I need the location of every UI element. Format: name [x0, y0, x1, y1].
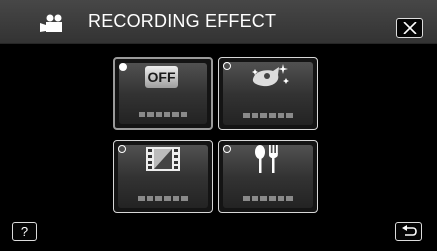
spoon-fork-icon	[255, 145, 278, 173]
effect-name-placeholder	[243, 196, 294, 201]
radio-indicator	[223, 145, 231, 153]
page-title: RECORDING EFFECT	[88, 11, 277, 31]
sparkle-effect-icon	[252, 64, 289, 87]
radio-indicator	[118, 145, 126, 153]
header-bar: RECORDING EFFECT	[0, 0, 437, 44]
radio-selected-indicator	[119, 63, 127, 71]
close-button[interactable]	[396, 18, 423, 38]
effect-tile-off[interactable]: OFF	[113, 57, 213, 130]
effect-tile-sparkle[interactable]	[218, 57, 318, 130]
effect-name-placeholder	[139, 112, 187, 117]
radio-indicator	[223, 62, 231, 70]
recording-effect-screen: RECORDING EFFECT OFF ?	[0, 0, 437, 251]
video-camera-icon	[40, 14, 62, 32]
close-icon	[403, 22, 417, 34]
effect-tile-food[interactable]	[218, 140, 318, 213]
effect-name-placeholder	[138, 196, 189, 201]
help-button[interactable]: ?	[12, 222, 37, 241]
effect-name-placeholder	[243, 113, 294, 118]
effect-tile-film[interactable]	[113, 140, 213, 213]
film-effect-icon	[146, 147, 180, 171]
off-badge-icon: OFF	[145, 66, 178, 88]
back-return-icon	[402, 225, 417, 236]
back-button[interactable]	[395, 222, 422, 241]
